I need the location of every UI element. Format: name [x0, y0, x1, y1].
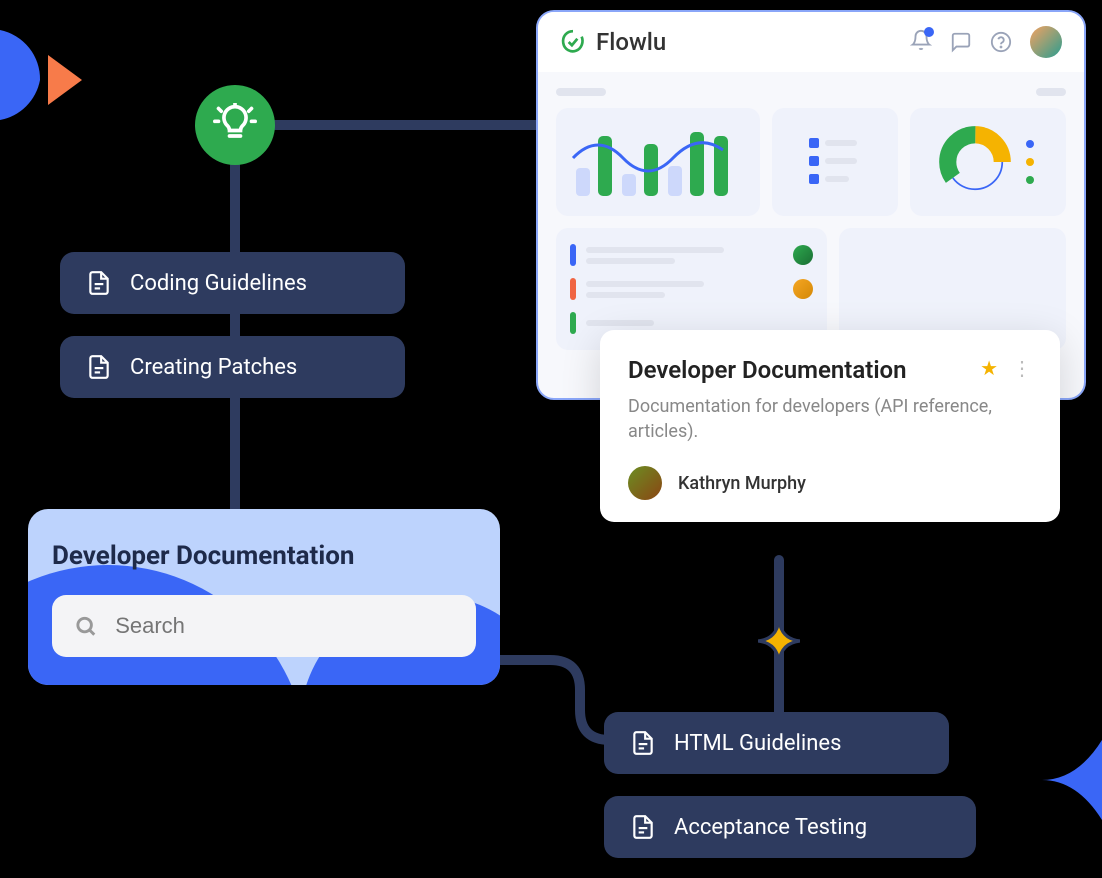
task-row: [570, 244, 813, 266]
document-icon: [630, 814, 656, 840]
doc-card-description: Documentation for developers (API refere…: [628, 394, 1032, 444]
lightbulb-icon: [213, 103, 257, 147]
decorative-shape-right: [1042, 740, 1102, 820]
search-input[interactable]: [115, 613, 454, 639]
search-documentation-card: Developer Documentation: [28, 509, 500, 685]
doc-card-title: Developer Documentation: [628, 356, 907, 384]
star-icon[interactable]: ★: [980, 356, 998, 380]
bar-line-chart-icon: [568, 122, 748, 202]
documentation-card[interactable]: Developer Documentation ★ ⋮ Documentatio…: [600, 330, 1060, 522]
search-icon: [74, 613, 97, 639]
node-acceptance-testing[interactable]: Acceptance Testing: [604, 796, 976, 858]
node-coding-guidelines[interactable]: Coding Guidelines: [60, 252, 405, 314]
widget-list[interactable]: [772, 108, 898, 216]
notifications-button[interactable]: [910, 29, 932, 55]
breadcrumb-placeholder: [556, 88, 1066, 96]
chat-icon[interactable]: [950, 31, 972, 53]
node-creating-patches[interactable]: Creating Patches: [60, 336, 405, 398]
dashboard-header: Flowlu: [538, 12, 1084, 72]
search-field[interactable]: [52, 595, 476, 657]
doc-author: Kathryn Murphy: [628, 466, 1032, 500]
author-avatar: [628, 466, 662, 500]
help-icon[interactable]: [990, 31, 1012, 53]
task-row: [570, 278, 813, 300]
notification-dot: [924, 27, 934, 37]
list-icon: [805, 132, 865, 192]
node-html-guidelines[interactable]: HTML Guidelines: [604, 712, 949, 774]
brand: Flowlu: [560, 28, 666, 56]
document-icon: [86, 354, 112, 380]
user-avatar[interactable]: [1030, 26, 1062, 58]
document-icon: [86, 270, 112, 296]
document-icon: [630, 730, 656, 756]
brand-logo-icon: [560, 29, 586, 55]
widget-donut[interactable]: [910, 108, 1066, 216]
donut-chart-icon: [939, 126, 1011, 198]
decorative-shape-topleft: [0, 20, 100, 120]
idea-node: [195, 85, 275, 165]
legend-dots-icon: [1023, 138, 1037, 186]
assignee-avatar: [793, 245, 813, 265]
node-label: Creating Patches: [130, 355, 297, 380]
node-label: Coding Guidelines: [130, 271, 307, 296]
widget-chart[interactable]: [556, 108, 760, 216]
author-name: Kathryn Murphy: [678, 473, 806, 494]
node-label: HTML Guidelines: [674, 731, 841, 756]
search-card-title: Developer Documentation: [52, 541, 476, 571]
assignee-avatar: [793, 279, 813, 299]
node-label: Acceptance Testing: [674, 815, 867, 840]
more-menu-icon[interactable]: ⋮: [1012, 356, 1032, 380]
brand-name: Flowlu: [596, 28, 666, 56]
sparkle-decoration: [758, 620, 800, 662]
